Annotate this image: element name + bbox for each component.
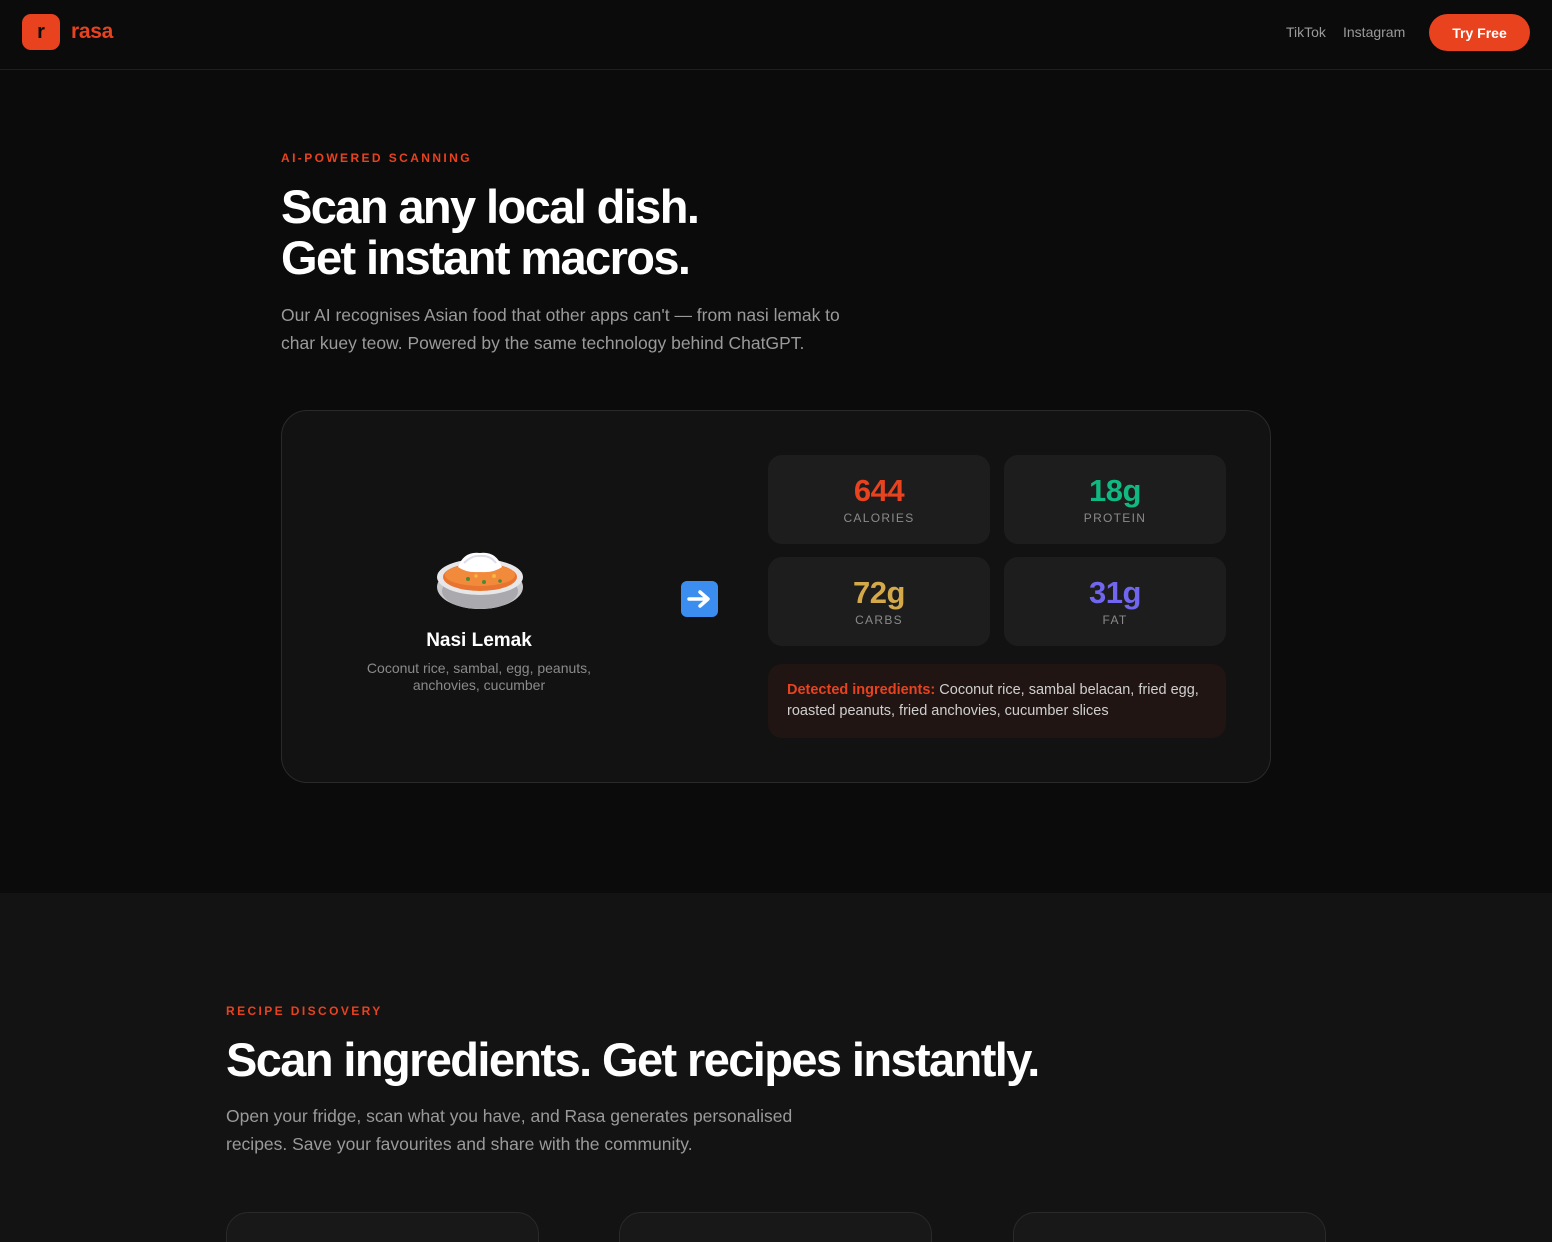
dish-description: Coconut rice, sambal, egg, peanuts, anch… [344, 660, 614, 694]
stat-label-protein: PROTEIN [1083, 511, 1147, 525]
scan-result-card: Nasi Lemak Coconut rice, sambal, egg, pe… [281, 410, 1271, 783]
recipe-card[interactable] [1013, 1212, 1326, 1242]
try-free-button[interactable]: Try Free [1429, 14, 1530, 51]
right-arrow-icon [681, 581, 718, 617]
recipe-title: Scan ingredients. Get recipes instantly. [226, 1033, 1040, 1086]
nav-link-instagram[interactable]: Instagram [1343, 24, 1405, 40]
top-nav: r rasa TikTok Instagram Try Free [0, 0, 1552, 70]
section-title-line1: Scan any local dish. [281, 180, 700, 233]
section-title-line2: Get instant macros. [281, 231, 691, 284]
stat-label-calories: CALORIES [843, 511, 915, 525]
stat-carbs: 72g CARBS [768, 557, 990, 646]
stat-protein: 18g PROTEIN [1004, 455, 1226, 544]
recipe-lead-line2: recipes. Save your favourites and share … [226, 1134, 693, 1154]
stat-value-protein: 18g [1089, 473, 1141, 508]
dish-description-line1: Coconut rice, sambal, egg, peanuts, [366, 660, 592, 676]
curry-rice-bowl-icon [434, 545, 526, 611]
detected-ingredients: Detected ingredients: Coconut rice, samb… [768, 664, 1226, 738]
stat-value-fat: 31g [1089, 575, 1141, 610]
detected-ingredients-label: Detected ingredients: [787, 682, 936, 698]
dish-name: Nasi Lemak [426, 630, 532, 651]
scan-section: AI-POWERED SCANNING Scan any local dish.… [0, 70, 1552, 893]
stat-label-carbs: CARBS [855, 613, 903, 627]
logo-text[interactable]: rasa [71, 20, 113, 44]
recipe-eyebrow: RECIPE DISCOVERY [226, 1004, 383, 1018]
dish-description-line2: anchovies, cucumber [412, 677, 546, 693]
recipe-card[interactable] [619, 1212, 932, 1242]
stat-value-carbs: 72g [853, 575, 905, 610]
recipe-card[interactable] [226, 1212, 539, 1242]
stat-label-fat: FAT [1102, 613, 1128, 627]
recipe-section: RECIPE DISCOVERY Scan ingredients. Get r… [0, 893, 1552, 1242]
section-lead-line1: Our AI recognises Asian food that other … [281, 305, 840, 325]
logo-icon[interactable]: r [22, 14, 60, 50]
section-lead-line2: char kuey teow. Powered by the same tech… [281, 333, 805, 353]
recipe-lead-line1: Open your fridge, scan what you have, an… [226, 1106, 793, 1126]
section-eyebrow: AI-POWERED SCANNING [281, 151, 472, 165]
nav-link-tiktok[interactable]: TikTok [1286, 24, 1326, 40]
stat-value-calories: 644 [853, 473, 905, 508]
stat-fat: 31g FAT [1004, 557, 1226, 646]
stat-calories: 644 CALORIES [768, 455, 990, 544]
